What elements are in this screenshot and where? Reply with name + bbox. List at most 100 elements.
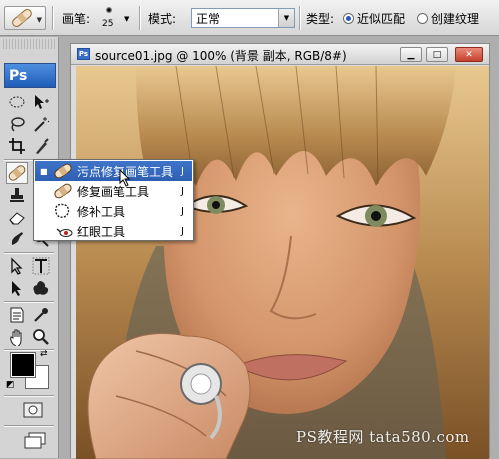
lasso-tool[interactable] xyxy=(6,113,28,135)
healing-brush-icon xyxy=(52,182,74,200)
minimize-button[interactable]: ▁ xyxy=(400,47,422,62)
mouse-cursor-icon xyxy=(119,169,131,187)
document-title: source01.jpg @ 100% (背景 副本, RGB/8#) xyxy=(95,49,347,63)
divider xyxy=(4,252,54,254)
type-t-icon xyxy=(32,257,50,275)
blur-tool[interactable] xyxy=(6,228,28,250)
mode-select[interactable]: 正常 ▼ xyxy=(191,8,295,28)
magic-wand-icon xyxy=(34,117,50,132)
red-eye-icon xyxy=(52,222,74,240)
smudge-finger-icon xyxy=(11,232,23,245)
flyout-item-label: 红眼工具 xyxy=(77,224,126,239)
hand-tool[interactable] xyxy=(6,326,28,348)
quick-mask-icon xyxy=(23,402,43,418)
ps-logo: Ps xyxy=(4,63,56,88)
bandage-icon xyxy=(12,9,32,27)
bandage-icon xyxy=(8,165,26,181)
zoom-tool[interactable] xyxy=(30,326,52,348)
marquee-tool[interactable] xyxy=(6,91,28,113)
mode-value: 正常 xyxy=(196,11,221,26)
toolbox-grip[interactable] xyxy=(3,39,55,49)
path-selection-tool[interactable] xyxy=(6,255,28,277)
document-window: Ps source01.jpg @ 100% (背景 副本, RGB/8#) ▁… xyxy=(70,43,490,459)
close-button[interactable]: ✕ xyxy=(455,47,483,62)
crop-icon xyxy=(9,138,25,154)
custom-shape-tool[interactable] xyxy=(30,277,52,299)
lasso-icon xyxy=(11,117,25,132)
chevron-down-icon: ▼ xyxy=(36,16,42,24)
flyout-item-label: 修补工具 xyxy=(77,204,126,219)
stamp-icon xyxy=(10,188,24,202)
move-tool[interactable] xyxy=(30,91,52,113)
brush-label: 画笔: xyxy=(62,11,91,26)
flyout-item-shortcut: J xyxy=(181,165,184,177)
flyout-item-healing-brush[interactable]: 修复画笔工具 J xyxy=(35,181,192,201)
spot-healing-brush-tool[interactable] xyxy=(6,162,28,184)
flyout-item-shortcut: J xyxy=(181,225,184,237)
magnifier-icon xyxy=(33,329,49,345)
eyedropper-icon xyxy=(34,308,48,322)
note-icon xyxy=(10,307,24,323)
mode-label: 模式: xyxy=(148,11,177,26)
patch-icon xyxy=(52,202,74,220)
shape-blob-icon xyxy=(33,281,49,295)
divider xyxy=(4,395,54,397)
brush-picker[interactable]: 25 ▼ xyxy=(96,4,136,32)
hand-icon xyxy=(10,329,22,346)
screen-mode-button[interactable] xyxy=(22,429,48,451)
tool-preset-picker[interactable]: ▼ xyxy=(4,6,46,30)
flyout-item-red-eye[interactable]: 红眼工具 J xyxy=(35,221,192,241)
type-label: 类型: xyxy=(306,11,335,26)
eraser-tool[interactable] xyxy=(6,206,28,228)
type-tool[interactable] xyxy=(30,255,52,277)
foreground-color-swatch[interactable] xyxy=(10,352,36,378)
options-bar: ▼ 画笔: 25 ▼ 模式: 正常 ▼ 类型: 近似匹配 创建纹理 xyxy=(0,0,499,36)
healing-tools-flyout: ■ 污点修复画笔工具 J 修复画笔工具 J 修补工具 J 红眼工具 J xyxy=(33,159,194,241)
radio-unselected-icon xyxy=(417,12,428,24)
crop-tool[interactable] xyxy=(6,135,28,157)
watermark: PS教程网 tata580.com xyxy=(296,428,470,446)
eraser-icon xyxy=(9,212,25,225)
flyout-item-label: 修复画笔工具 xyxy=(77,184,150,199)
type-radio-proximity-match[interactable]: 近似匹配 xyxy=(343,0,405,36)
ellipse-marquee-icon xyxy=(9,96,25,108)
arrow-cursor-icon xyxy=(12,281,21,296)
default-colors-icon[interactable]: ◩ xyxy=(6,380,15,390)
quick-mask-button[interactable] xyxy=(22,399,44,421)
bandage-icon xyxy=(52,162,74,180)
divider xyxy=(52,6,54,30)
brush-size: 25 xyxy=(102,19,114,29)
toolbox: Ps ⇄ ◩ xyxy=(0,37,59,458)
notes-tool[interactable] xyxy=(6,304,28,326)
flyout-item-shortcut: J xyxy=(181,205,184,217)
type-option-label: 创建纹理 xyxy=(431,11,480,26)
arrow-cursor-icon xyxy=(11,257,23,275)
magic-wand-tool[interactable] xyxy=(30,113,52,135)
document-titlebar[interactable]: Ps source01.jpg @ 100% (背景 副本, RGB/8#) ▁… xyxy=(71,44,489,65)
maximize-button[interactable]: □ xyxy=(426,47,448,62)
divider xyxy=(4,301,54,303)
type-option-label: 近似匹配 xyxy=(357,11,406,26)
clone-stamp-tool[interactable] xyxy=(6,184,28,206)
selected-bullet-icon: ■ xyxy=(40,166,48,176)
divider xyxy=(4,425,54,427)
brush-tip-icon xyxy=(106,7,112,13)
move-icon xyxy=(35,95,49,109)
flyout-item-patch[interactable]: 修补工具 J xyxy=(35,201,192,221)
photoshop-file-icon: Ps xyxy=(77,48,90,60)
flyout-item-spot-healing-brush[interactable]: ■ 污点修复画笔工具 J xyxy=(35,161,192,181)
canvas-photo[interactable] xyxy=(76,66,489,459)
type-radio-create-texture[interactable]: 创建纹理 xyxy=(417,0,479,36)
eyedropper-tool[interactable] xyxy=(30,304,52,326)
chevron-down-icon: ▼ xyxy=(278,9,294,27)
divider xyxy=(139,6,141,30)
direct-selection-tool[interactable] xyxy=(6,277,28,299)
flyout-item-shortcut: J xyxy=(181,185,184,197)
slice-tool[interactable] xyxy=(30,135,52,157)
chevron-down-icon: ▼ xyxy=(124,15,130,23)
swap-colors-icon[interactable]: ⇄ xyxy=(40,349,48,359)
portrait-image xyxy=(76,66,489,459)
divider xyxy=(299,6,301,30)
slice-knife-icon xyxy=(36,138,49,154)
radio-selected-icon xyxy=(343,12,354,24)
